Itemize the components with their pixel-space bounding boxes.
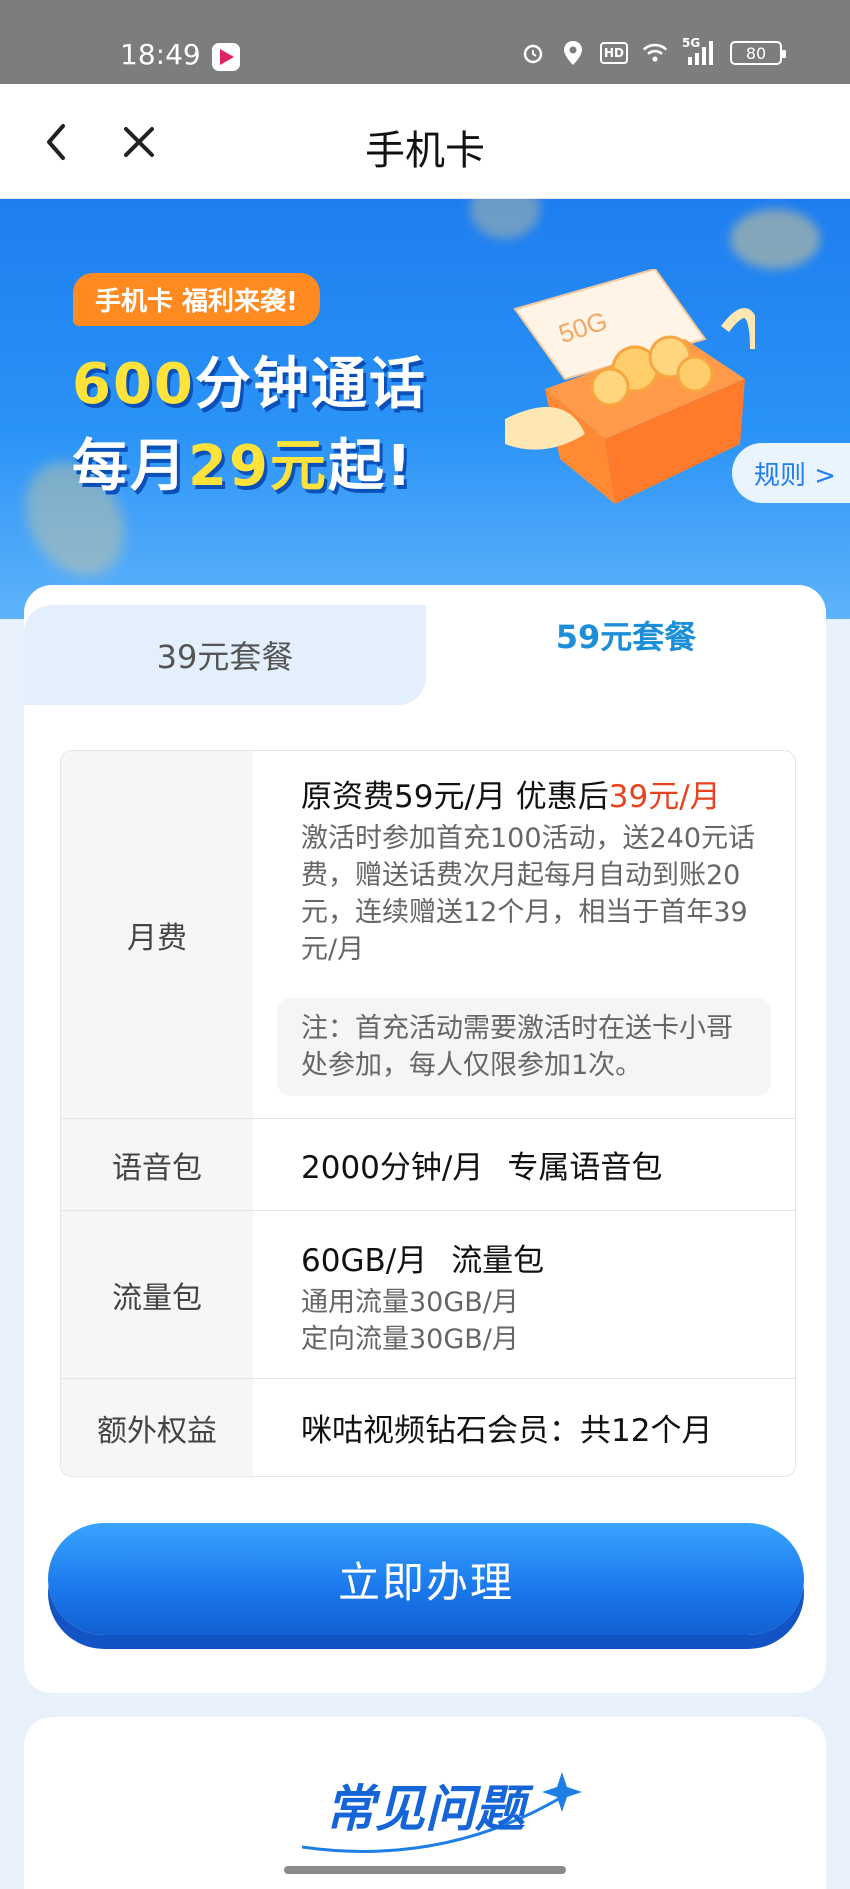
row-label-monthly-fee: 月费 — [61, 751, 253, 1118]
signal-5g-label: 5G — [682, 36, 701, 50]
row-label-voice: 语音包 — [61, 1119, 253, 1210]
monthly-fee-detail: 激活时参加首充100活动，送240元话费，赠送话费次月起每月自动到账20元，连续… — [301, 823, 756, 965]
decorative-coin — [730, 209, 820, 269]
table-row-data: 流量包 60GB/月 流量包 通用流量30GB/月 定向流量30GB/月 — [61, 1211, 795, 1379]
tab-plan-39[interactable]: 39元套餐 — [24, 605, 426, 705]
gift-box-icon: 50G — [505, 269, 755, 504]
row-value-data: 60GB/月 流量包 通用流量30GB/月 定向流量30GB/月 — [253, 1211, 795, 1378]
voice-amount: 2000分钟/月 — [301, 1150, 484, 1186]
plan-card: 39元套餐 59元套餐 月费 原资费59元/月 优惠后39元/月 激活时参加首充… — [24, 585, 826, 1693]
status-icons: HD 5G 80 — [520, 36, 786, 66]
row-value-monthly-fee: 原资费59元/月 优惠后39元/月 激活时参加首充100活动，送240元话费，赠… — [253, 751, 795, 1118]
rules-button[interactable]: 规则 > — [732, 443, 850, 503]
home-indicator[interactable] — [284, 1866, 566, 1874]
plan-details-table: 月费 原资费59元/月 优惠后39元/月 激活时参加首充100活动，送240元话… — [60, 750, 796, 1477]
row-value-voice: 2000分钟/月 专属语音包 — [253, 1119, 795, 1210]
hd-icon: HD — [600, 42, 628, 64]
extra-benefit: 咪咕视频钻石会员：共12个月 — [301, 1413, 713, 1449]
data-general: 通用流量30GB/月 — [301, 1287, 519, 1318]
plan-tabs: 39元套餐 59元套餐 — [24, 585, 826, 705]
promo-highlight-price: 29元 — [188, 434, 328, 499]
monthly-fee-discounted: 39元/月 — [608, 779, 721, 815]
battery-indicator: 80 — [730, 41, 786, 65]
promo-headline-2: 每月29元起! — [72, 421, 413, 502]
promo-text-from: 起! — [327, 434, 414, 499]
faq-title: 常见问题 — [325, 1780, 525, 1838]
page-title: 手机卡 — [365, 128, 485, 174]
table-row-voice: 语音包 2000分钟/月 专属语音包 — [61, 1119, 795, 1211]
apply-now-button[interactable]: 立即办理 — [48, 1523, 804, 1635]
voice-tag: 专属语音包 — [507, 1150, 663, 1186]
table-row-monthly-fee: 月费 原资费59元/月 优惠后39元/月 激活时参加首充100活动，送240元话… — [61, 751, 795, 1119]
location-icon — [560, 40, 586, 66]
status-time: 18:49 — [120, 38, 201, 71]
data-tag: 流量包 — [451, 1243, 545, 1279]
cellular-signal-icon: 5G — [682, 36, 716, 66]
data-directed: 定向流量30GB/月 — [301, 1324, 519, 1355]
data-amount: 60GB/月 — [301, 1243, 428, 1279]
decorative-coin — [470, 199, 540, 239]
app-notification-icon — [212, 43, 240, 71]
promo-highlight-minutes: 600 — [72, 352, 195, 417]
alarm-icon — [520, 40, 546, 66]
faq-card: 常见问题 — [24, 1717, 826, 1889]
monthly-fee-original: 原资费59元/月 优惠后 — [301, 779, 609, 815]
table-row-extra: 额外权益 咪咕视频钻石会员：共12个月 — [61, 1379, 795, 1476]
promo-tag: 手机卡 福利来袭! — [73, 273, 320, 326]
status-bar: 18:49 HD 5G 80 — [0, 0, 850, 84]
promo-headline-1: 600分钟通话 — [72, 339, 427, 420]
tab-plan-59[interactable]: 59元套餐 — [426, 585, 826, 705]
row-value-extra: 咪咕视频钻石会员：共12个月 — [253, 1379, 795, 1476]
monthly-fee-price: 原资费59元/月 优惠后39元/月 — [301, 771, 771, 816]
promo-banner: 手机卡 福利来袭! 600分钟通话 每月29元起! 50G 规则 > — [0, 199, 850, 619]
promo-text-monthly: 每月 — [72, 434, 188, 499]
wifi-icon — [642, 40, 668, 66]
row-label-extra: 额外权益 — [61, 1379, 253, 1476]
row-label-data: 流量包 — [61, 1211, 253, 1378]
navigation-bar: 手机卡 — [0, 84, 850, 199]
monthly-fee-note: 注：首充活动需要激活时在送卡小哥处参加，每人仅限参加1次。 — [277, 998, 771, 1096]
promo-text-minutes: 分钟通话 — [194, 352, 427, 417]
